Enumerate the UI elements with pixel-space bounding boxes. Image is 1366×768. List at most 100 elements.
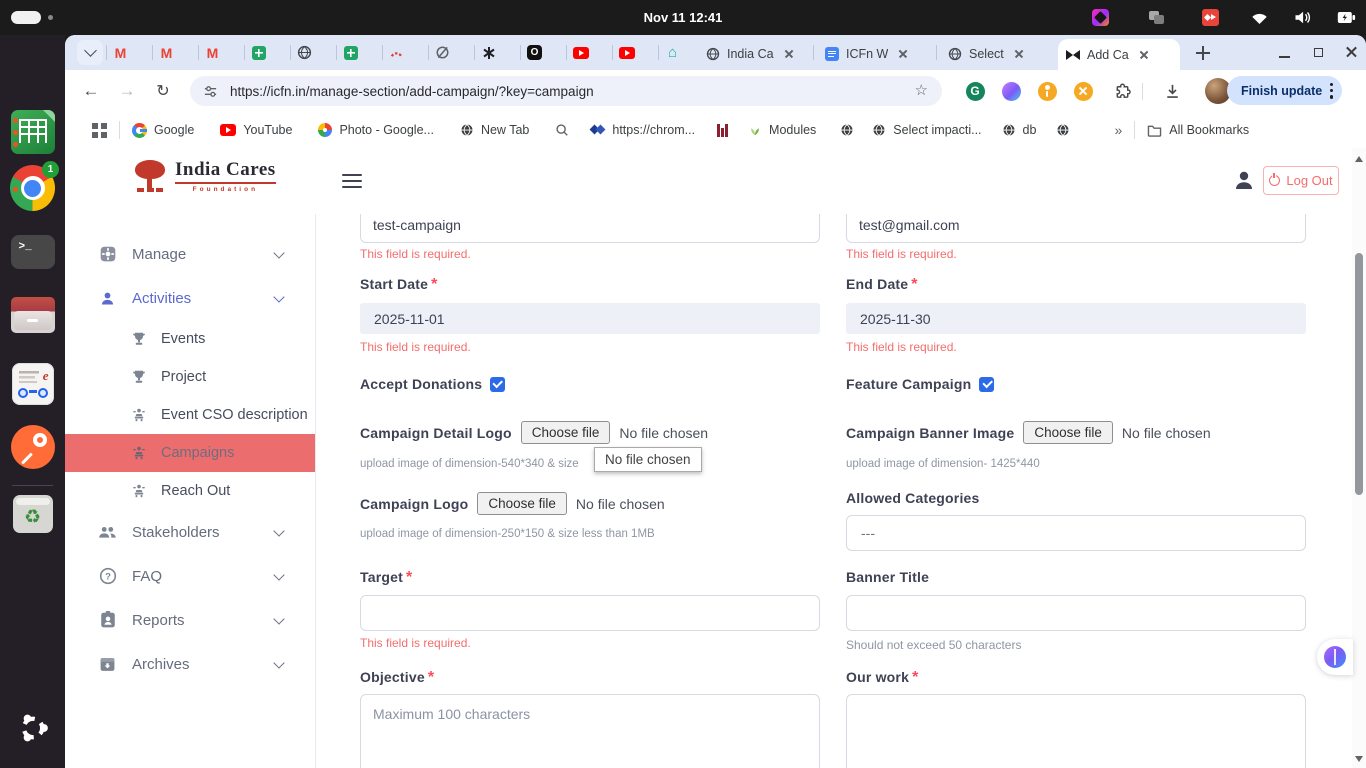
battery-icon[interactable] <box>1337 11 1356 24</box>
sidebar-item-faq[interactable]: ? FAQ <box>65 554 315 598</box>
choose-file-button[interactable]: Choose file <box>1023 421 1113 444</box>
monica-brain-extension-icon[interactable] <box>1000 80 1022 102</box>
grammarly-extension-icon[interactable]: G <box>964 80 986 102</box>
sidebar-item-project[interactable]: Project <box>65 358 315 396</box>
orange-assistant-extension-icon[interactable] <box>1036 80 1058 102</box>
hamburger-menu-icon[interactable] <box>342 174 362 188</box>
pinned-tab-sheets[interactable] <box>342 44 359 61</box>
reload-button[interactable]: ↻ <box>151 79 175 103</box>
bookmark-modules[interactable]: Modules <box>748 123 816 137</box>
dock-item-postman[interactable] <box>10 425 55 469</box>
url-text[interactable]: https://icfn.in/manage-section/add-campa… <box>230 84 594 99</box>
email-input[interactable] <box>846 214 1306 243</box>
sidebar-item-stakeholders[interactable]: Stakeholders <box>65 510 315 554</box>
pinned-tab-youtube[interactable] <box>618 44 635 61</box>
scrollbar-thumb[interactable] <box>1355 253 1363 495</box>
system-tray[interactable] <box>1092 0 1356 35</box>
bookmark-new-tab[interactable]: New Tab <box>460 123 529 137</box>
logout-button[interactable]: Log Out <box>1263 166 1339 195</box>
pinned-tab-gmail[interactable]: M <box>204 44 221 61</box>
pinned-tab-openai[interactable] <box>480 44 497 61</box>
dock-item-terminal[interactable]: >_ <box>10 235 55 269</box>
tab-close-icon[interactable] <box>1011 46 1027 62</box>
bookmark-db[interactable]: db <box>1002 123 1037 137</box>
end-date-input[interactable]: 2025-11-30 <box>846 303 1306 334</box>
toolbox-icon[interactable] <box>1092 9 1109 26</box>
banner-title-input[interactable] <box>846 595 1306 631</box>
bookmark-globe[interactable] <box>840 123 854 137</box>
bookmark-hindi-site[interactable] <box>717 124 730 137</box>
tab-close-icon[interactable] <box>895 46 911 62</box>
bookmark-youtube[interactable]: YouTube <box>220 123 292 137</box>
pinned-tab-o-app[interactable]: O <box>526 44 543 61</box>
tab-search-button[interactable] <box>77 40 103 65</box>
sidebar-item-event-cso-description[interactable]: Event CSO description <box>65 396 315 434</box>
pinned-tab-sheets[interactable] <box>250 44 267 61</box>
tab-india-cares[interactable]: India Ca <box>698 39 810 69</box>
window-minimize-button[interactable] <box>1277 44 1293 60</box>
objective-textarea[interactable] <box>360 694 820 768</box>
pinned-tab-globe[interactable] <box>296 44 313 61</box>
bookmark-chrom-link[interactable]: https://chrom... <box>591 123 695 137</box>
bookmark-select-impact[interactable]: Select impacti... <box>872 123 981 137</box>
sidebar-item-activities[interactable]: Activities <box>65 276 315 320</box>
downloads-icon[interactable] <box>1161 80 1183 102</box>
all-bookmarks[interactable]: All Bookmarks <box>1147 123 1249 137</box>
window-close-button[interactable] <box>1344 44 1360 60</box>
dock-item-document-viewer[interactable]: e <box>10 363 55 405</box>
sidebar-item-reports[interactable]: Reports <box>65 598 315 642</box>
apps-grid-icon[interactable] <box>92 123 107 138</box>
feature-campaign-checkbox[interactable] <box>979 377 994 392</box>
choose-file-button[interactable]: Choose file <box>521 421 611 444</box>
bookmarks-overflow[interactable]: » <box>1114 122 1122 138</box>
accept-donations-checkbox[interactable] <box>490 377 505 392</box>
pinned-tab-gmail[interactable]: M <box>112 44 129 61</box>
volume-icon[interactable] <box>1294 10 1311 25</box>
campaign-name-input[interactable] <box>360 214 820 243</box>
page-scrollbar[interactable] <box>1352 148 1366 768</box>
bookmark-photos[interactable]: Photo - Google... <box>318 123 434 137</box>
scroll-down-arrow[interactable] <box>1355 756 1363 762</box>
kebab-menu-icon[interactable] <box>1330 83 1334 99</box>
brand-logo[interactable]: India Cares Foundation <box>133 159 276 193</box>
pinned-tab-ghost[interactable] <box>434 44 451 61</box>
tab-select[interactable]: Select <box>940 39 1053 69</box>
dock-item-chrome[interactable]: 1 <box>10 165 55 211</box>
dock-item-files[interactable] <box>10 297 55 333</box>
sidebar-item-reach-out[interactable]: Reach Out <box>65 472 315 510</box>
tab-close-icon[interactable] <box>1136 47 1152 63</box>
dock-item-trash[interactable]: ♻ <box>10 495 55 533</box>
dock-item-libreoffice-calc[interactable] <box>10 110 55 154</box>
window-restore-button[interactable] <box>1311 44 1327 60</box>
pinned-tab-red-arc[interactable] <box>388 44 405 61</box>
target-input[interactable] <box>360 595 820 631</box>
user-icon[interactable] <box>1232 168 1256 192</box>
tab-close-icon[interactable] <box>781 46 797 62</box>
sidebar-item-archives[interactable]: Archives <box>65 642 315 686</box>
monica-floating-button[interactable] <box>1317 639 1353 675</box>
pinned-tab-youtube[interactable] <box>572 44 589 61</box>
sidebar-item-campaigns[interactable]: Campaigns <box>65 434 315 472</box>
bookmark-search[interactable] <box>555 123 569 137</box>
our-work-textarea[interactable] <box>846 694 1306 768</box>
scroll-up-arrow[interactable] <box>1355 156 1363 162</box>
sidebar-item-events[interactable]: Events <box>65 320 315 358</box>
pinned-tab-home[interactable]: ⌂ <box>664 44 681 61</box>
chat-icon[interactable] <box>1149 11 1164 24</box>
sidebar-item-manage[interactable]: Manage <box>65 232 315 276</box>
bookmark-star-icon[interactable]: ☆ <box>915 81 928 99</box>
new-tab-button[interactable] <box>1193 43 1213 63</box>
allowed-categories-select[interactable]: --- <box>846 515 1306 551</box>
tune-icon[interactable] <box>203 84 218 99</box>
extensions-puzzle-icon[interactable] <box>1111 80 1133 102</box>
orange-blocker-extension-icon[interactable] <box>1072 80 1094 102</box>
start-date-input[interactable]: 2025-11-01 <box>360 303 820 334</box>
forward-button[interactable]: → <box>115 79 139 103</box>
address-bar[interactable]: https://icfn.in/manage-section/add-campa… <box>190 76 942 106</box>
dock-item-app-grid[interactable] <box>10 711 55 745</box>
back-button[interactable]: ← <box>79 79 103 103</box>
wifi-icon[interactable] <box>1251 11 1268 25</box>
tab-icfn[interactable]: ICFn W <box>817 39 932 69</box>
pinned-tab-gmail[interactable]: M <box>158 44 175 61</box>
choose-file-button[interactable]: Choose file <box>477 492 567 515</box>
